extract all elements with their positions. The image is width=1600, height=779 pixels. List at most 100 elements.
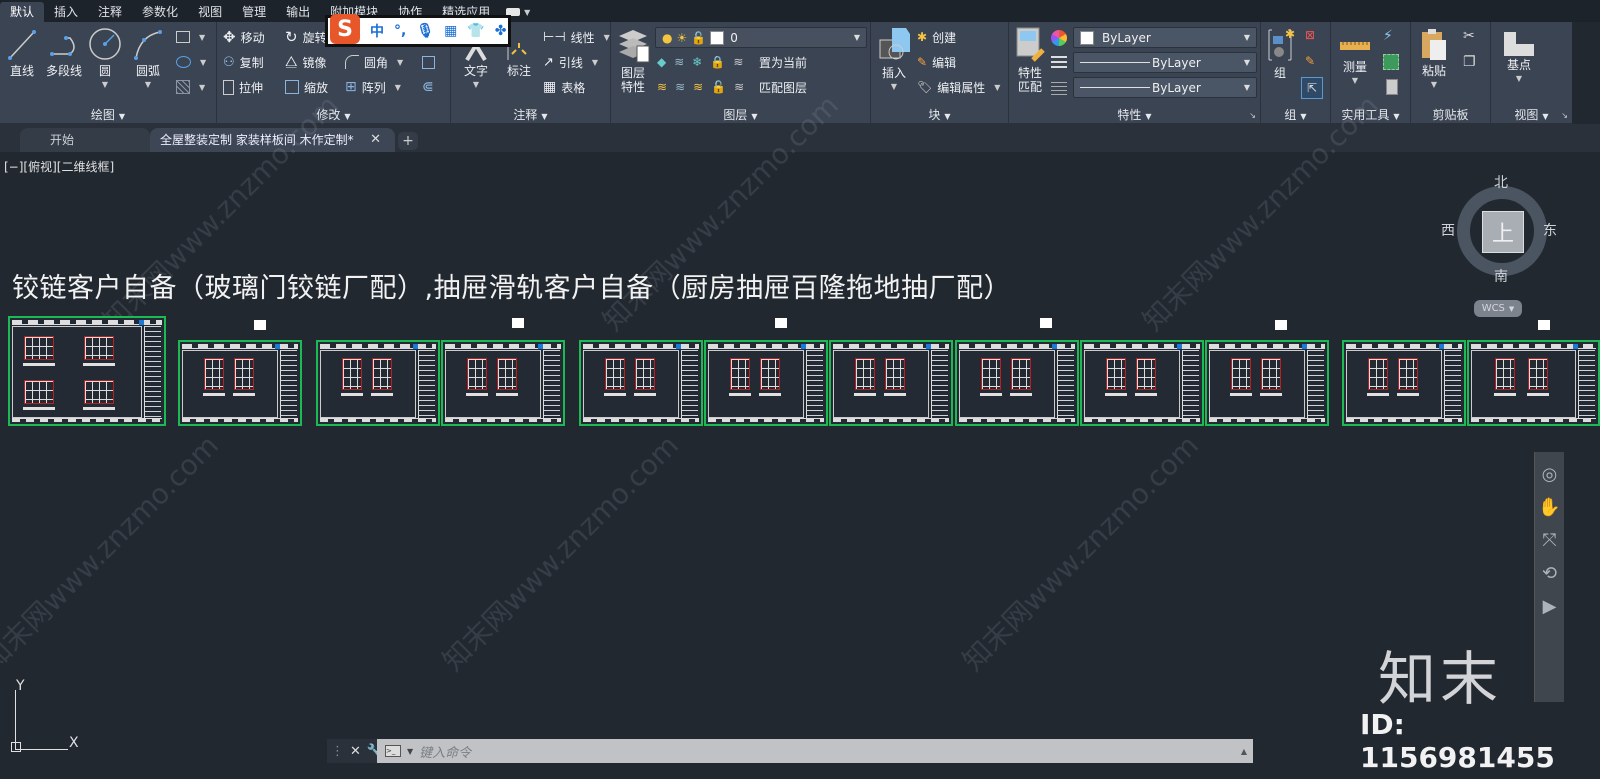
ime-mode-toggle[interactable]: 中 bbox=[370, 21, 384, 41]
command-history-icon[interactable]: >_ bbox=[385, 745, 401, 757]
layer-on-icon[interactable]: ≋ bbox=[657, 80, 667, 94]
drawing-sheet[interactable] bbox=[8, 316, 166, 426]
polyline-button[interactable]: 多段线 bbox=[42, 26, 86, 78]
command-input[interactable]: >_ ▼ 键入命令 ▲ bbox=[377, 739, 1253, 763]
tab-output[interactable]: 输出 bbox=[276, 2, 320, 22]
drawing-sheet[interactable] bbox=[1205, 340, 1329, 426]
keyboard-icon[interactable]: ▦ bbox=[444, 23, 457, 39]
compass-east[interactable]: 东 bbox=[1543, 220, 1557, 240]
panel-title-layers[interactable]: 图层 ▼ bbox=[611, 106, 870, 122]
layer-unisolate-icon[interactable]: ≋ bbox=[675, 80, 685, 94]
copy-clip-icon[interactable]: ❐ bbox=[1463, 54, 1476, 70]
tab-view[interactable]: 视图 bbox=[188, 2, 232, 22]
tab-annotate[interactable]: 注释 bbox=[88, 2, 132, 22]
tab-current-drawing[interactable]: 全屋整装定制 家装样板间 木作定制* ✕ bbox=[150, 128, 395, 152]
compass-south[interactable]: 南 bbox=[1494, 266, 1508, 286]
stretch-button[interactable]: 拉伸 bbox=[223, 77, 263, 97]
layer-off-icon[interactable]: ◆ bbox=[657, 55, 666, 69]
apps-icon[interactable]: ✤ bbox=[495, 23, 507, 39]
tab-manage[interactable]: 管理 bbox=[232, 2, 276, 22]
cut-icon[interactable]: ✂ bbox=[1463, 28, 1475, 44]
table-button[interactable]: ▦ 表格 bbox=[543, 77, 585, 97]
new-tab-button[interactable]: + bbox=[398, 132, 418, 150]
group-edit-icon[interactable]: ✎ bbox=[1305, 54, 1315, 68]
color-dropdown[interactable]: ByLayer ▼ bbox=[1073, 27, 1257, 48]
scale-button[interactable]: 缩放 bbox=[285, 77, 328, 97]
drawing-sheet[interactable] bbox=[1080, 340, 1204, 426]
3d-box-button[interactable] bbox=[422, 52, 435, 72]
sogou-logo-icon[interactable]: S bbox=[330, 14, 360, 44]
pan-hand-icon[interactable]: ✋ bbox=[1535, 497, 1564, 518]
drawing-sheet[interactable] bbox=[441, 340, 565, 426]
panel-title-annotation[interactable]: 注释 ▼ bbox=[451, 106, 610, 122]
drawing-sheet[interactable] bbox=[178, 340, 302, 426]
compass-west[interactable]: 西 bbox=[1441, 220, 1455, 240]
edit-block-button[interactable]: ✎ 编辑 bbox=[917, 52, 956, 72]
zoom-extents-icon[interactable]: ⤧ bbox=[1535, 530, 1564, 551]
panel-title-draw[interactable]: 绘图 ▼ bbox=[0, 106, 216, 122]
panel-title-properties[interactable]: 特性 ▼ bbox=[1009, 106, 1260, 122]
linetype-dropdown[interactable]: ByLayer ▼ bbox=[1073, 77, 1257, 98]
drawing-sheet[interactable] bbox=[316, 340, 440, 426]
ime-toolbar[interactable]: S 中 °, 🎙 ▦ 👕 ✤ bbox=[325, 14, 511, 47]
circle-button[interactable]: 圆 ▼ bbox=[88, 26, 122, 92]
group-button[interactable]: ✱ 组 bbox=[1265, 26, 1295, 80]
array-button[interactable]: ⊞ 阵列 ▼ bbox=[345, 77, 401, 97]
fillet-button[interactable]: 圆角 ▼ bbox=[345, 52, 403, 72]
viewcube-top-face[interactable]: 上 bbox=[1482, 211, 1524, 253]
panel-title-view[interactable]: 视图 ▼ bbox=[1491, 106, 1572, 122]
text-button[interactable]: 文字 ▼ bbox=[459, 42, 493, 92]
drawing-sheet[interactable] bbox=[704, 340, 828, 426]
chevron-down-icon[interactable]: ▼ bbox=[407, 747, 413, 756]
wcs-dropdown[interactable]: WCS ▼ bbox=[1474, 300, 1522, 317]
grip-handle[interactable]: ⋮ bbox=[331, 744, 344, 759]
close-command-icon[interactable]: ✕ bbox=[350, 744, 361, 759]
panel-title-utilities[interactable]: 实用工具 ▼ bbox=[1331, 106, 1410, 122]
layer-properties-button[interactable]: 图层 特性 bbox=[615, 26, 651, 94]
insert-block-button[interactable]: 插入 ▼ bbox=[875, 26, 913, 94]
edit-attributes-button[interactable]: 🏷 编辑属性 ▼ bbox=[917, 77, 1000, 97]
viewport-controls-label[interactable]: [−][俯视][二维线框] bbox=[4, 158, 114, 175]
linear-dim-button[interactable]: ⊢⊣ 线性 ▼ bbox=[543, 27, 610, 47]
match-properties-button[interactable]: 特性 匹配 bbox=[1013, 26, 1047, 94]
chevron-down-icon[interactable]: ▼ bbox=[130, 78, 166, 92]
line-button[interactable]: 直线 bbox=[6, 26, 38, 78]
tab-default[interactable]: 默认 bbox=[0, 2, 45, 22]
offset-button[interactable]: ⋐ bbox=[422, 77, 434, 97]
measure-button[interactable]: 测量 ▼ bbox=[1337, 32, 1373, 88]
mic-icon[interactable]: 🎙 bbox=[416, 23, 434, 39]
leader-button[interactable]: ↗ 引线 ▼ bbox=[543, 52, 598, 72]
ellipse-button[interactable]: ▼ bbox=[176, 52, 206, 72]
tab-insert[interactable]: 插入 bbox=[44, 2, 88, 22]
drawing-viewport[interactable]: [−][俯视][二维线框] 知末网www.znzmo.com 知末网www.zn… bbox=[0, 89, 1600, 779]
select-all-icon[interactable] bbox=[1383, 54, 1399, 70]
set-current-button[interactable]: 置为当前 bbox=[759, 52, 807, 72]
showmotion-icon[interactable]: ▶ bbox=[1535, 596, 1564, 617]
compass-north[interactable]: 北 bbox=[1494, 172, 1508, 192]
dialog-launcher-icon[interactable]: ↘ bbox=[1561, 111, 1568, 120]
layer-lock-icon[interactable]: 🔒 bbox=[710, 55, 725, 69]
chevron-down-icon[interactable]: ▼ bbox=[88, 78, 122, 92]
move-button[interactable]: ✥ 移动 bbox=[223, 27, 265, 47]
ungroup-icon[interactable]: ⊠ bbox=[1305, 28, 1315, 42]
chevron-up-icon[interactable]: ▲ bbox=[1241, 747, 1247, 756]
dimension-button[interactable]: 标注 bbox=[501, 42, 537, 78]
match-layer-button[interactable]: 匹配图层 bbox=[759, 77, 807, 97]
layer-thaw-icon[interactable]: ≋ bbox=[693, 80, 703, 94]
rotate-button[interactable]: ↻ 旋转 bbox=[285, 27, 327, 47]
rectangle-button[interactable]: ▼ bbox=[176, 27, 205, 47]
steering-wheel-icon[interactable]: ◎ bbox=[1535, 464, 1564, 485]
panel-title-clipboard[interactable]: 剪贴板 bbox=[1411, 106, 1490, 122]
panel-title-groups[interactable]: 组 ▼ bbox=[1261, 106, 1330, 122]
panel-title-modify[interactable]: 修改 ▼ bbox=[217, 106, 450, 122]
group-select-toggle[interactable]: ⇱ bbox=[1301, 77, 1323, 99]
paste-button[interactable]: 粘贴 ▼ bbox=[1417, 28, 1451, 92]
panel-title-block[interactable]: 块 ▼ bbox=[871, 106, 1008, 122]
punctuation-icon[interactable]: °, bbox=[394, 23, 406, 39]
quick-select-icon[interactable]: ⚡ bbox=[1383, 28, 1393, 44]
drawing-sheet[interactable] bbox=[955, 340, 1079, 426]
copy-button[interactable]: ⚇ 复制 bbox=[223, 52, 264, 72]
viewcube[interactable]: 上 北 南 西 东 bbox=[1441, 175, 1557, 286]
tab-start[interactable]: 开始 bbox=[20, 128, 150, 152]
shirt-icon[interactable]: 👕 bbox=[467, 23, 484, 39]
